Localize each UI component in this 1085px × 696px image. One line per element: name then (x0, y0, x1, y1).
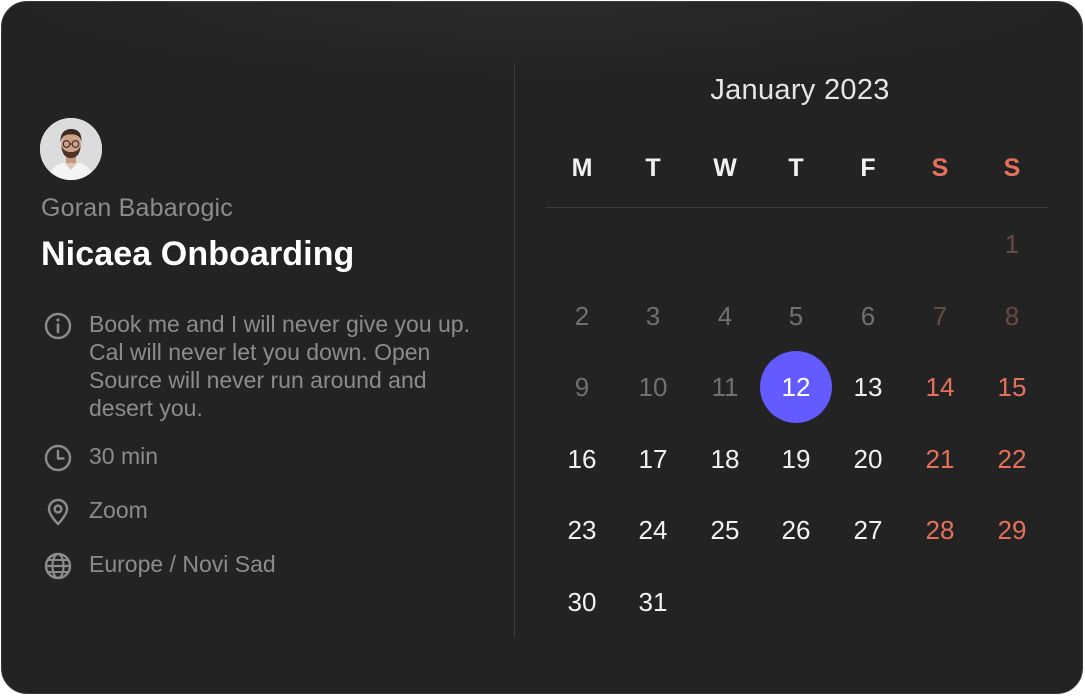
calendar-day-25[interactable]: 25 (689, 494, 761, 566)
calendar-day-27[interactable]: 27 (832, 494, 904, 566)
calendar-day-2: 2 (574, 300, 590, 331)
calendar-day-23[interactable]: 23 (546, 494, 618, 566)
calendar-day-7: 7 (932, 300, 948, 331)
calendar-day-selected[interactable]: 12 (760, 351, 832, 423)
calendar-day-9: 9 (574, 371, 590, 402)
calendar-day-24[interactable]: 24 (617, 494, 689, 566)
calendar-day-14[interactable]: 14 (904, 351, 976, 423)
calendar-day-28[interactable]: 28 (904, 494, 976, 566)
calendar-day-20[interactable]: 20 (832, 423, 904, 495)
calendar-day-22[interactable]: 22 (976, 423, 1048, 495)
calendar-day-11: 11 (711, 371, 739, 402)
calendar-day-30[interactable]: 30 (546, 566, 618, 638)
calendar-day-16[interactable]: 16 (546, 423, 618, 495)
calendar-day-1: 1 (1004, 228, 1020, 259)
calendar-day-19[interactable]: 19 (760, 423, 832, 495)
booking-card: Goran Babarogic Nicaea Onboarding Book m… (1, 1, 1083, 694)
calendar-day-21[interactable]: 21 (904, 423, 976, 495)
calendar-day-6: 6 (860, 300, 876, 331)
calendar-day-3: 3 (645, 300, 661, 331)
calendar-day-13[interactable]: 13 (832, 351, 904, 423)
calendar-day-10: 10 (638, 371, 668, 402)
calendar-day-4: 4 (717, 300, 733, 331)
calendar-day-29[interactable]: 29 (976, 494, 1048, 566)
calendar-day-5: 5 (788, 300, 804, 331)
calendar-days: 1 2 3 4 5 6 7 8 9 10 11 12 13 14 15 16 17 18 19 20 21 22 23 24 2… (2, 2, 1082, 693)
calendar-day-18[interactable]: 18 (689, 423, 761, 495)
calendar-day-8: 8 (1004, 300, 1020, 331)
calendar-day-26[interactable]: 26 (760, 494, 832, 566)
calendar-day-15[interactable]: 15 (976, 351, 1048, 423)
calendar-day-17[interactable]: 17 (617, 423, 689, 495)
calendar-day-31[interactable]: 31 (617, 566, 689, 638)
